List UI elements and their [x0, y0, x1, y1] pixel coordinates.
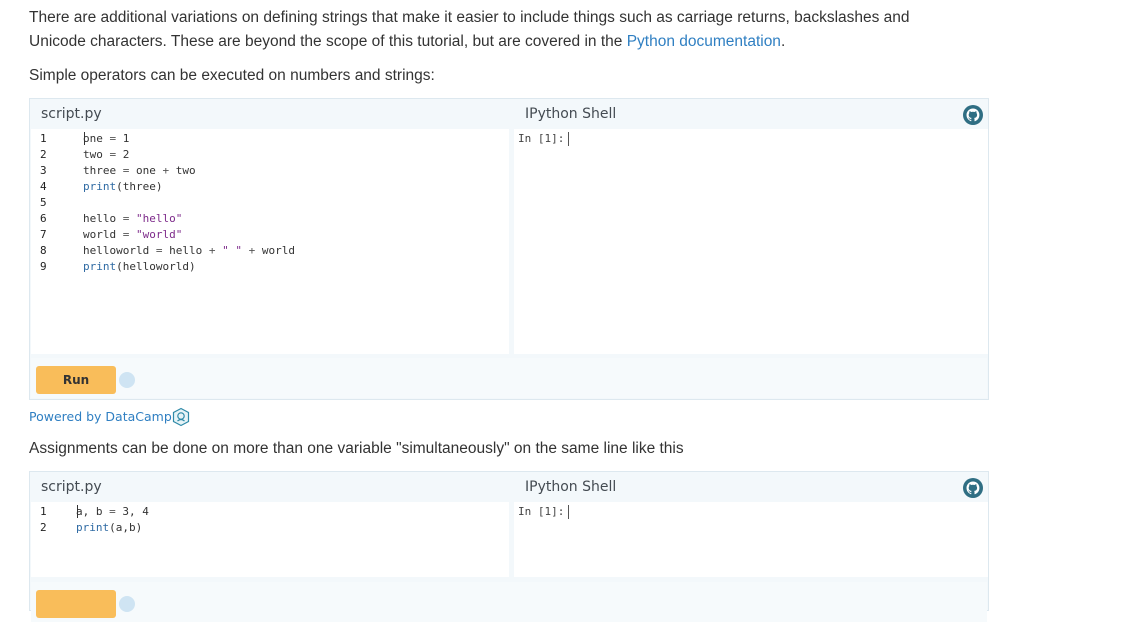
status-indicator	[119, 596, 135, 612]
code-token: "hello"	[136, 212, 183, 225]
line-number: 4	[40, 180, 47, 193]
editor-caret	[77, 505, 78, 518]
code-text: a, b = 3, 4	[76, 504, 149, 520]
code-text: two = 2	[83, 147, 129, 163]
run-button[interactable]	[36, 590, 116, 618]
code-token: world	[83, 228, 123, 241]
ipython-shell-2[interactable]: In [1]:	[514, 502, 988, 577]
python-documentation-link[interactable]: Python documentation	[627, 33, 781, 50]
code-token: print	[83, 180, 117, 193]
code-text: print(three)	[83, 179, 162, 195]
status-indicator	[119, 372, 135, 388]
operators-paragraph: Simple operators can be executed on numb…	[29, 67, 435, 84]
assignment-paragraph: Assignments can be done on more than one…	[29, 440, 684, 457]
code-token: print	[83, 260, 117, 273]
code-token: print	[76, 521, 110, 534]
editor-caret	[84, 132, 85, 145]
line-number: 3	[40, 164, 47, 177]
line-number: 1	[40, 132, 47, 145]
code-text: print(helloworld)	[83, 259, 196, 275]
code-editor-1[interactable]: 1 one = 1 2 two = 2 3 three = one + two 4 print…	[31, 129, 509, 354]
line-number: 2	[40, 148, 47, 161]
code-token: one	[83, 132, 110, 145]
editor-tab-script[interactable]: script.py	[41, 99, 102, 129]
code-token: "world"	[136, 228, 183, 241]
shell-tab-ipython[interactable]: IPython Shell	[525, 99, 616, 129]
github-icon[interactable]	[963, 478, 983, 498]
code-text: world = "world"	[83, 227, 182, 243]
line-number: 2	[40, 521, 47, 534]
github-icon[interactable]	[963, 105, 983, 125]
shell-cursor	[568, 132, 570, 146]
code-token: =	[109, 505, 116, 518]
code-token: (a,b)	[109, 521, 143, 534]
editor-tab-script[interactable]: script.py	[41, 472, 102, 502]
run-button[interactable]: Run	[36, 366, 116, 394]
shell-prompt-text: In [1]:	[518, 505, 565, 518]
code-text: three = one + two	[83, 163, 196, 179]
line-number: 8	[40, 244, 47, 257]
code-text: print(a,b)	[76, 520, 142, 536]
intro-paragraph: There are additional variations on defin…	[29, 6, 910, 54]
shell-tab-ipython[interactable]: IPython Shell	[525, 472, 616, 502]
code-token: three	[83, 164, 123, 177]
intro-line-2: Unicode characters. These are beyond the…	[29, 33, 627, 50]
code-token: 2	[116, 148, 130, 161]
ipython-shell-1[interactable]: In [1]:	[514, 129, 988, 354]
code-token: (helloworld)	[116, 260, 196, 273]
code-token: helloworld	[83, 244, 156, 257]
shell-cursor	[568, 505, 570, 519]
line-number: 5	[40, 196, 47, 209]
code-token: 3, 4	[115, 505, 149, 518]
code-widget-2: script.py IPython Shell 1 a, b = 3, 4 2 pri…	[29, 471, 989, 622]
code-token: one	[129, 164, 163, 177]
code-text: hello = "hello"	[83, 211, 182, 227]
shell-prompt: In [1]:	[518, 131, 570, 147]
line-number: 1	[40, 505, 47, 518]
intro-line-2-end: .	[780, 33, 786, 50]
code-token: (three)	[116, 180, 163, 193]
line-number: 9	[40, 260, 47, 273]
line-number: 7	[40, 228, 47, 241]
code-token: two	[83, 148, 110, 161]
code-token: a, b	[76, 505, 110, 518]
code-token: two	[169, 164, 196, 177]
code-token: world	[255, 244, 295, 257]
code-token: hello	[162, 244, 209, 257]
shell-prompt-text: In [1]:	[518, 132, 565, 145]
line-number: 6	[40, 212, 47, 225]
run-bar	[31, 582, 987, 622]
code-text: helloworld = hello + " " + world	[83, 243, 295, 259]
run-bar: Run	[31, 358, 987, 398]
code-editor-2[interactable]: 1 a, b = 3, 4 2 print(a,b)	[31, 502, 509, 577]
powered-by-datacamp-link[interactable]: Powered by DataCamp	[29, 408, 172, 426]
code-token: " "	[222, 244, 242, 257]
code-token: hello	[83, 212, 123, 225]
code-text: one = 1	[83, 131, 129, 147]
shell-prompt: In [1]:	[518, 504, 570, 520]
datacamp-logo-icon	[171, 407, 191, 427]
intro-line-1: There are additional variations on defin…	[29, 9, 910, 26]
code-token: 1	[116, 132, 130, 145]
code-widget-1: script.py IPython Shell 1 one = 1 2 two = 2…	[29, 98, 989, 400]
